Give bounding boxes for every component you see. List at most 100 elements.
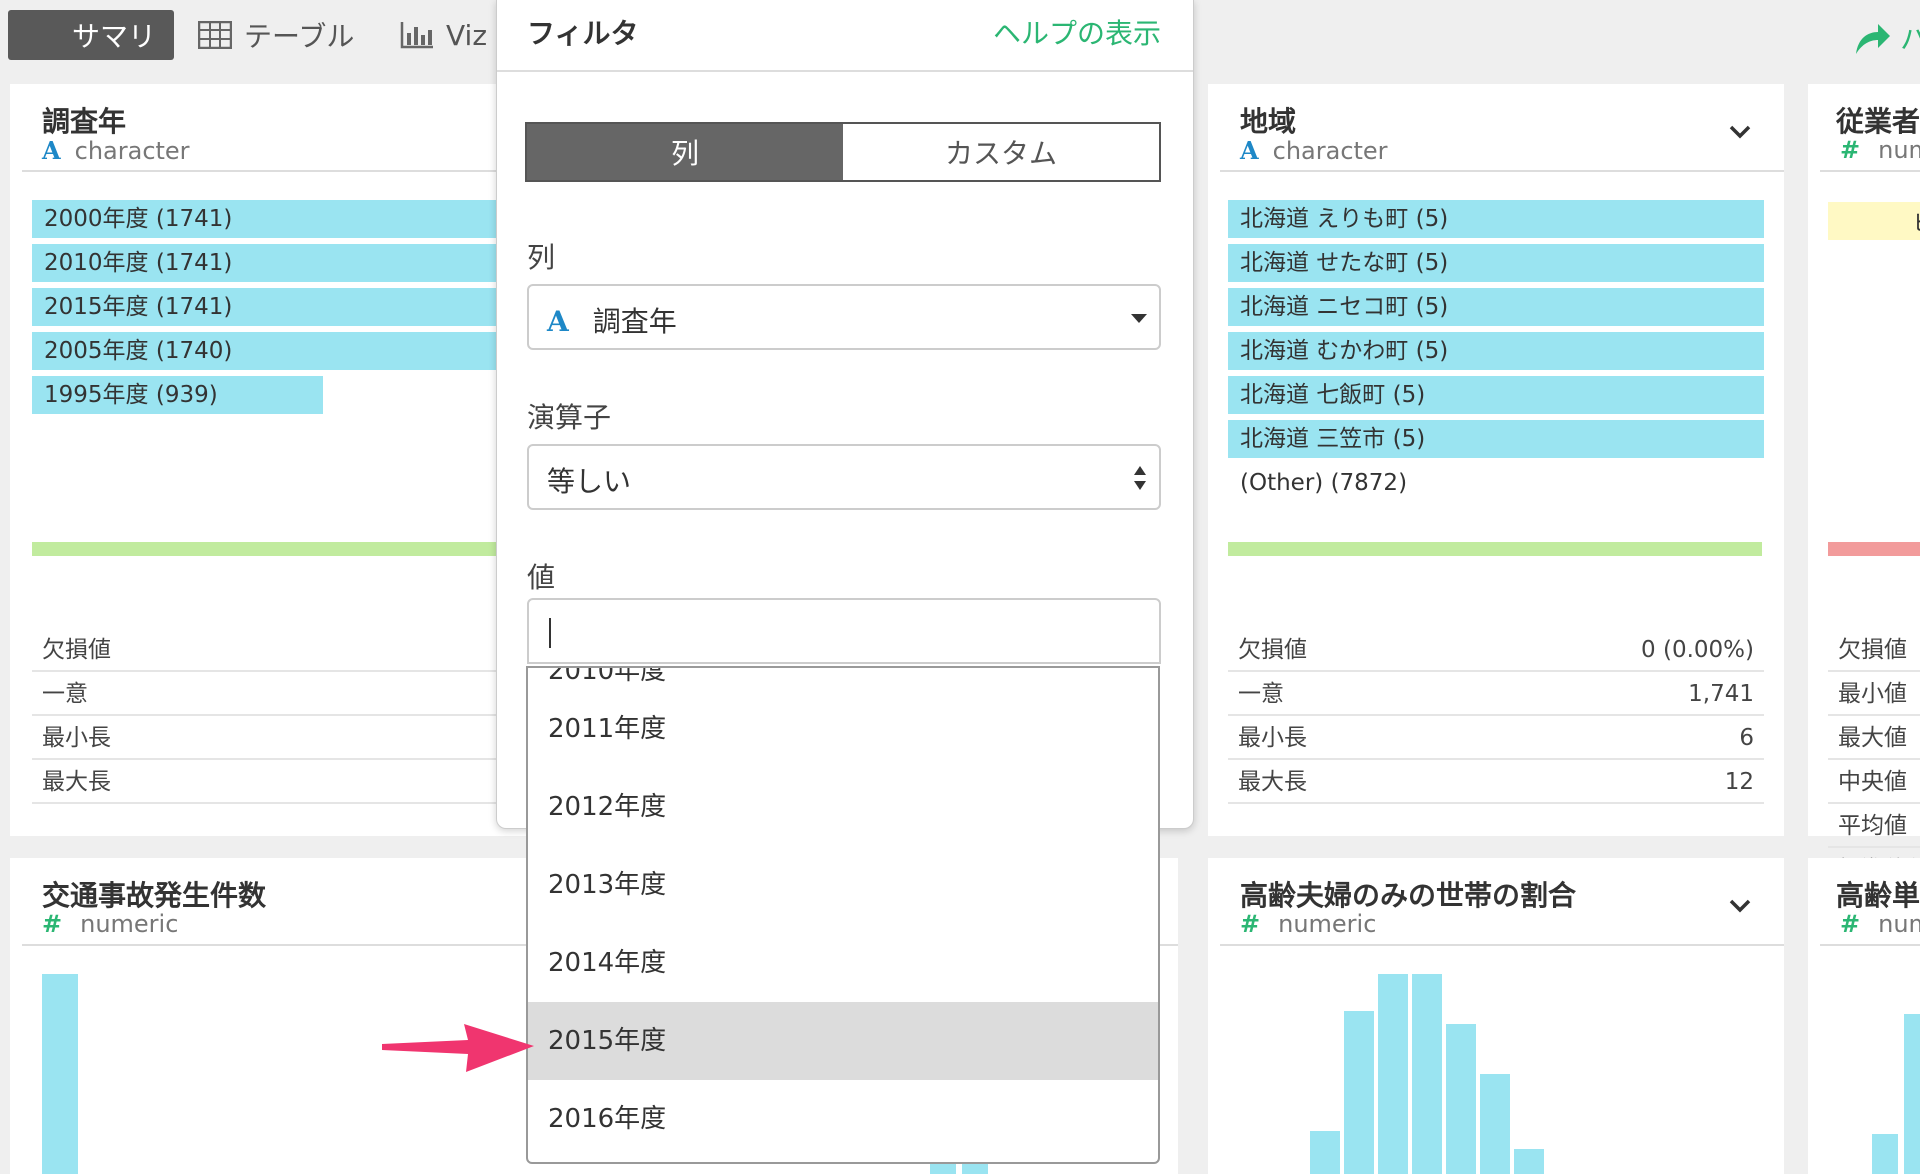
category-bar[interactable]: 北海道 ニセコ町 (5) — [1228, 288, 1764, 326]
value-label: 値 — [527, 561, 556, 594]
card-title: 調査年 — [42, 105, 127, 138]
operator-select[interactable]: 等しい — [527, 444, 1161, 510]
share-icon[interactable] — [1852, 18, 1892, 58]
type-label: numeric — [80, 910, 179, 938]
divider — [497, 70, 1193, 72]
dropdown-option[interactable]: 2014年度 — [528, 924, 1158, 1002]
stat-value: 6 — [1739, 725, 1754, 751]
card-type: # numeric — [1240, 910, 1376, 938]
card-type: # num — [1840, 136, 1920, 164]
histogram-bar — [1344, 1011, 1374, 1174]
divider — [1220, 944, 1784, 946]
stat-label: 最大長 — [42, 769, 111, 795]
category-bar[interactable]: 北海道 えりも町 (5) — [1228, 200, 1764, 238]
pointer-arrow-icon — [382, 1024, 534, 1072]
card-type: # numeric — [42, 910, 178, 938]
stat-value: 1,741 — [1688, 681, 1754, 707]
histogram-bar — [1872, 1134, 1898, 1174]
stat-value: 0 (0.00%) — [1641, 637, 1754, 663]
card-title: 従業者 — [1836, 105, 1920, 138]
tab-table-label: テーブル — [244, 20, 355, 53]
category-bar[interactable]: 北海道 せたな町 (5) — [1228, 244, 1764, 282]
tab-viz-label: Viz — [446, 18, 488, 52]
stat-row: 最大値 — [1828, 716, 1920, 760]
divider — [1220, 170, 1784, 172]
dialog-title: フィルタ — [527, 17, 639, 50]
mode-column-button[interactable]: 列 — [527, 124, 843, 180]
category-bar[interactable]: 1995年度 (939) — [32, 376, 323, 414]
histogram-bar — [1412, 974, 1442, 1174]
histogram-bar — [1480, 1074, 1510, 1174]
stat-row: 最小長 — [32, 716, 570, 760]
filter-mode-toggle: 列 カスタム — [525, 122, 1161, 182]
category-bar[interactable]: 北海道 三笠市 (5) — [1228, 420, 1764, 458]
type-label: character — [1272, 137, 1388, 165]
card-region: 地域 Acharacter (Other) (7872) 北海道 えりも町 (5… — [1208, 84, 1784, 836]
column-select-value: A 調査年 — [547, 305, 677, 338]
column-select[interactable]: A 調査年 — [527, 284, 1161, 350]
chevron-down-icon[interactable] — [1728, 120, 1752, 144]
card-survey-year: 調査年 Acharacter 2000年度 (1741) 2010年度 (1741… — [10, 84, 576, 836]
stat-row: 欠損値 — [1828, 628, 1920, 672]
column-label: 列 — [527, 241, 556, 274]
stat-row: 平均値 — [1828, 804, 1920, 848]
character-type-icon: A — [547, 305, 569, 338]
numeric-type-icon: # — [1840, 910, 1861, 938]
histogram-bar — [42, 974, 78, 1174]
type-label: num — [1878, 136, 1920, 164]
stat-label: 一意 — [42, 681, 88, 707]
category-bar[interactable]: 2005年度 (1740) — [32, 332, 570, 370]
text-cursor — [549, 618, 551, 648]
stat-row: 最大長 12 — [1228, 760, 1764, 804]
stat-label: 平均値 — [1838, 813, 1907, 839]
card-title: 高齢単 — [1836, 879, 1920, 912]
missing-ratio-bar — [1828, 542, 1920, 556]
tab-summary[interactable]: サマリ — [8, 10, 174, 60]
histogram-bar — [1446, 1024, 1476, 1174]
stat-row: 一意 1,741 — [1228, 672, 1764, 716]
card-type: Acharacter — [1240, 136, 1388, 165]
tab-table[interactable]: テーブル — [197, 10, 355, 60]
histogram-bar — [1378, 974, 1408, 1174]
chevron-down-icon[interactable] — [1728, 894, 1752, 918]
category-bar[interactable]: 2015年度 (1741) — [32, 288, 570, 326]
card-title: 高齢夫婦のみの世帯の割合 — [1240, 879, 1577, 912]
category-bar[interactable]: 2010年度 (1741) — [32, 244, 570, 282]
stat-label: 最小長 — [1238, 725, 1307, 751]
bar-chart-icon — [400, 21, 434, 49]
numeric-type-icon: # — [1840, 136, 1861, 164]
stat-label: 最大値 — [1838, 725, 1907, 751]
dropdown-option[interactable]: 2016年度 — [528, 1080, 1158, 1158]
category-bar[interactable]: 北海道 七飯町 (5) — [1228, 376, 1764, 414]
value-input[interactable] — [527, 598, 1161, 664]
stat-label: 欠損値 — [1838, 637, 1907, 663]
value-options-dropdown[interactable]: 2010年度 2011年度 2012年度 2013年度 2014年度 2015年度 201… — [526, 666, 1160, 1164]
share-label[interactable]: ハ — [1900, 18, 1920, 58]
numeric-type-icon: # — [1240, 910, 1261, 938]
table-icon — [197, 20, 233, 50]
dropdown-option[interactable]: 2012年度 — [528, 768, 1158, 846]
stat-label: 中央値 — [1838, 769, 1907, 795]
stat-label: 一意 — [1238, 681, 1284, 707]
card-elderly-single: 高齢単 # num — [1808, 858, 1920, 1174]
mode-custom-button[interactable]: カスタム — [843, 124, 1159, 180]
dropdown-option-partial[interactable]: 2010年度 — [528, 668, 1158, 690]
help-link[interactable]: ヘルプの表示 — [993, 12, 1161, 52]
stat-row: 欠損値 0 (0.00%) — [1228, 628, 1764, 672]
dropdown-option[interactable]: 2011年度 — [528, 690, 1158, 768]
dropdown-option[interactable]: 2013年度 — [528, 846, 1158, 924]
divider — [1820, 170, 1920, 172]
category-bar[interactable]: 北海道 むかわ町 (5) — [1228, 332, 1764, 370]
card-type: Acharacter — [42, 136, 190, 165]
stat-label: 欠損値 — [1238, 637, 1307, 663]
other-count: (Other) (7872) — [1240, 470, 1408, 496]
divider — [22, 170, 570, 172]
card-elderly-couple: 高齢夫婦のみの世帯の割合 # numeric — [1208, 858, 1784, 1174]
histogram-bar — [1904, 1014, 1920, 1174]
stat-row: 最小長 6 — [1228, 716, 1764, 760]
dropdown-option[interactable]: 2015年度 — [528, 1002, 1158, 1080]
tab-summary-label: サマリ — [72, 20, 157, 53]
tab-viz[interactable]: Viz — [400, 10, 487, 60]
stat-row: 中央値 — [1828, 760, 1920, 804]
category-bar[interactable]: 2000年度 (1741) — [32, 200, 570, 238]
